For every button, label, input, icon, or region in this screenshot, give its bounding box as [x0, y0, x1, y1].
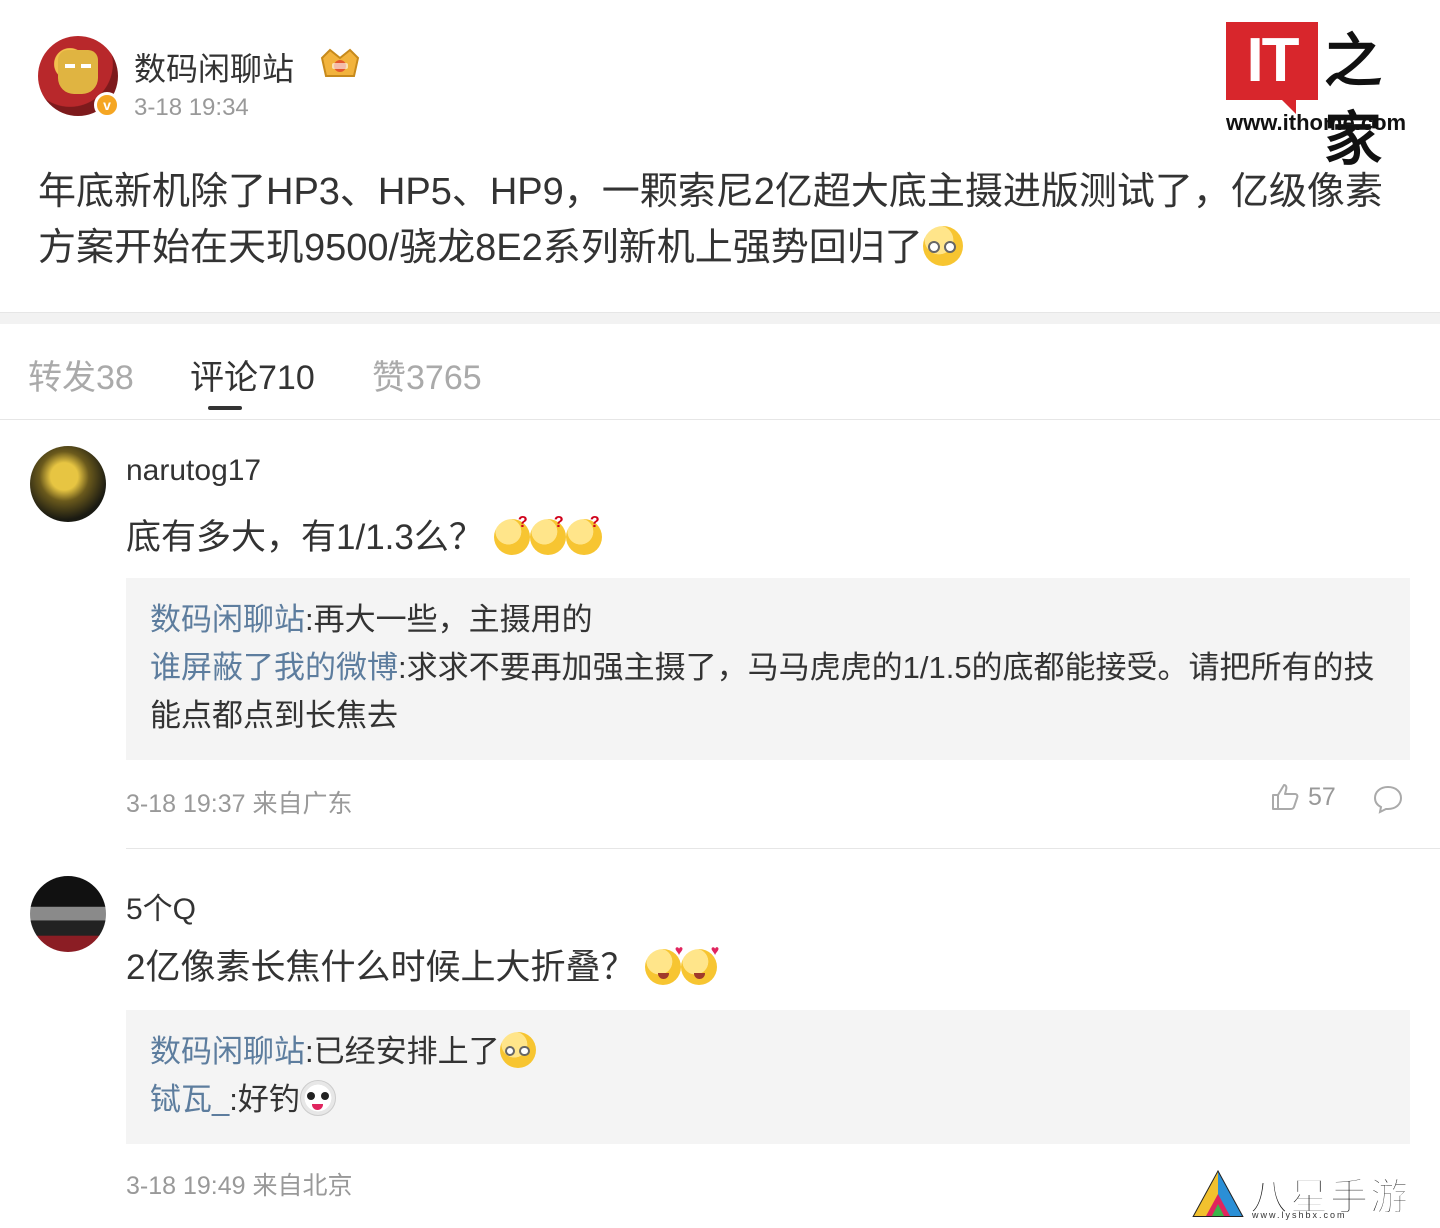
tab-comments[interactable]: 评论710 — [190, 350, 315, 399]
commenter-avatar[interactable] — [30, 876, 106, 952]
comment-text-content: 底有多大，有1/1.3么？ — [126, 518, 484, 557]
comment-meta: 3-18 19:37 来自广东 — [126, 790, 353, 818]
author-name[interactable]: 数码闲聊站 — [134, 44, 294, 90]
confused-emoji-icon: ? — [529, 515, 566, 555]
commenter-name[interactable]: 5个Q — [126, 884, 196, 928]
logo-cn-mark: 之家 — [1324, 27, 1383, 173]
reply-user[interactable]: 铽瓦_ — [150, 1082, 229, 1117]
comment-text-content: 2亿像素长焦什么时候上大折叠？ — [126, 948, 636, 987]
reply-text: :好钓 — [229, 1082, 300, 1117]
like-count: 57 — [1308, 782, 1336, 811]
confused-emoji-icon: ? — [565, 515, 602, 555]
love-emoji-icon: ♥ — [681, 943, 719, 985]
thumbs-up-icon — [1272, 784, 1299, 810]
glasses-emoji-icon — [499, 1032, 536, 1068]
logo-url: www.ithome.com — [1226, 110, 1407, 135]
active-tab-indicator — [208, 406, 242, 410]
confused-emoji-icon: ? — [493, 515, 530, 555]
ironman-mask — [58, 50, 98, 94]
logo-it-mark: IT — [1226, 22, 1318, 114]
reply-user[interactable]: 数码闲聊站 — [150, 1034, 305, 1069]
interaction-tabs: 转发38 评论710 赞3765 — [0, 324, 1440, 420]
commenter-name[interactable]: narutog17 — [126, 454, 261, 488]
watermark-logo-icon — [1192, 1170, 1244, 1217]
tab-reposts[interactable]: 转发38 — [28, 350, 134, 399]
comment-text: 2亿像素长焦什么时候上大折叠？ ♥ ♥ — [126, 943, 719, 992]
comment-separator — [126, 848, 1440, 849]
watermark-url: www.lyshbx.com — [1252, 1210, 1347, 1220]
site-watermark: 八星手游网 www.lyshbx.com — [1192, 1166, 1432, 1224]
verified-badge-icon: v — [94, 92, 120, 118]
panda-emoji-icon — [299, 1080, 336, 1116]
reply-line: 数码闲聊站:已经安排上了 — [150, 1028, 1386, 1076]
comment-text: 底有多大，有1/1.3么？ ??? — [126, 514, 602, 562]
section-divider — [0, 312, 1440, 324]
reply-text: :再大一些，主摄用的 — [305, 602, 593, 637]
glasses-emoji-icon — [922, 226, 963, 266]
commenter-avatar[interactable] — [30, 446, 106, 522]
comment-item: narutog17 底有多大，有1/1.3么？ ??? 数码闲聊站:再大一些，主… — [0, 420, 1440, 850]
love-emoji-icon: ♥ — [645, 943, 683, 985]
post-body: 年底新机除了HP3、HP5、HP9，一颗索尼2亿超大底主摄进版测试了，亿级像素方… — [38, 164, 1408, 276]
crown-badge-icon — [320, 48, 360, 77]
post-time: 3-18 19:34 — [134, 94, 249, 121]
reply-line: 数码闲聊站:再大一些，主摄用的 — [150, 596, 1386, 644]
reply-icon[interactable] — [1372, 784, 1404, 814]
post-body-text: 年底新机除了HP3、HP5、HP9，一颗索尼2亿超大底主摄进版测试了，亿级像素方… — [38, 171, 1383, 269]
reply-user[interactable]: 谁屏蔽了我的微博 — [150, 650, 398, 685]
reply-thread[interactable]: 数码闲聊站:再大一些，主摄用的 谁屏蔽了我的微博:求求不要再加强主摄了，马马虎虎… — [126, 578, 1410, 760]
reply-text: :已经安排上了 — [305, 1034, 500, 1069]
ithome-logo: IT 之家 www.ithome.com — [1226, 22, 1420, 173]
reply-thread[interactable]: 数码闲聊站:已经安排上了 铽瓦_:好钓 — [126, 1010, 1410, 1144]
weibo-post: v 数码闲聊站 3-18 19:34 IT 之家 www.ithome.com … — [0, 0, 1440, 312]
reply-line: 谁屏蔽了我的微博:求求不要再加强主摄了，马马虎虎的1/1.5的底都能接受。请把所… — [150, 644, 1386, 740]
like-button[interactable]: 57 — [1270, 782, 1336, 812]
comment-meta: 3-18 19:49 来自北京 — [126, 1172, 353, 1200]
reply-user[interactable]: 数码闲聊站 — [150, 602, 305, 637]
tab-likes[interactable]: 赞3765 — [372, 350, 482, 399]
reply-line: 铽瓦_:好钓 — [150, 1076, 1386, 1124]
